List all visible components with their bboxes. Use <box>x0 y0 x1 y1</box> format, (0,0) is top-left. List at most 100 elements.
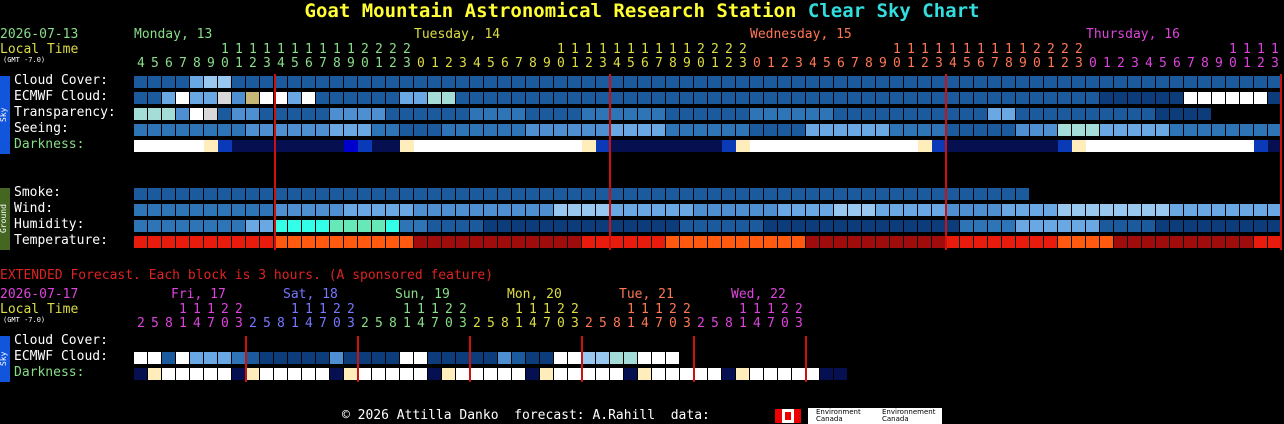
forecast-block[interactable] <box>652 220 665 232</box>
forecast-block[interactable] <box>1156 124 1169 136</box>
forecast-block[interactable] <box>498 140 512 152</box>
forecast-block[interactable] <box>946 124 959 136</box>
forecast-block[interactable] <box>736 368 749 380</box>
forecast-block[interactable] <box>918 108 931 120</box>
forecast-block[interactable] <box>1198 140 1212 152</box>
forecast-block[interactable] <box>316 124 329 136</box>
forecast-block[interactable] <box>148 124 161 136</box>
forecast-block[interactable] <box>624 188 637 200</box>
forecast-block[interactable] <box>302 236 315 248</box>
forecast-block[interactable] <box>442 92 455 104</box>
forecast-block[interactable] <box>176 76 189 88</box>
forecast-block[interactable] <box>162 220 175 232</box>
forecast-block[interactable] <box>666 76 679 88</box>
forecast-block[interactable] <box>1254 220 1267 232</box>
forecast-block[interactable] <box>148 76 161 88</box>
forecast-block[interactable] <box>554 236 567 248</box>
forecast-block[interactable] <box>218 92 231 104</box>
row-label-ecmwf[interactable]: ECMWF Cloud: <box>14 90 108 104</box>
forecast-block[interactable] <box>974 220 987 232</box>
forecast-block[interactable] <box>386 368 399 380</box>
forecast-block[interactable] <box>484 368 497 380</box>
forecast-block[interactable] <box>666 220 679 232</box>
forecast-block[interactable] <box>890 92 903 104</box>
forecast-block[interactable] <box>918 124 931 136</box>
forecast-block[interactable] <box>134 204 147 216</box>
forecast-block[interactable] <box>526 220 539 232</box>
forecast-block[interactable] <box>498 236 511 248</box>
forecast-block[interactable] <box>946 92 959 104</box>
forecast-block[interactable] <box>1030 124 1043 136</box>
forecast-block[interactable] <box>610 140 624 152</box>
forecast-block[interactable] <box>960 76 973 88</box>
forecast-block[interactable] <box>512 124 525 136</box>
forecast-block[interactable] <box>1114 220 1127 232</box>
forecast-block[interactable] <box>386 220 399 232</box>
row-label-humidity[interactable]: Humidity: <box>14 218 84 232</box>
forecast-block[interactable] <box>736 92 749 104</box>
forecast-block[interactable] <box>1016 188 1029 200</box>
forecast-block[interactable] <box>1170 108 1183 120</box>
forecast-block[interactable] <box>792 188 805 200</box>
forecast-block[interactable] <box>1128 236 1141 248</box>
forecast-block[interactable] <box>1100 204 1113 216</box>
forecast-block[interactable] <box>764 76 777 88</box>
forecast-block[interactable] <box>498 92 511 104</box>
forecast-block[interactable] <box>1240 204 1253 216</box>
forecast-block[interactable] <box>316 236 329 248</box>
forecast-block[interactable] <box>666 236 679 248</box>
forecast-block[interactable] <box>204 188 217 200</box>
forecast-block[interactable] <box>638 108 651 120</box>
forecast-block[interactable] <box>596 368 609 380</box>
forecast-block[interactable] <box>904 76 917 88</box>
forecast-block[interactable] <box>1212 204 1225 216</box>
forecast-block[interactable] <box>134 368 147 380</box>
forecast-block[interactable] <box>764 220 777 232</box>
forecast-block[interactable] <box>736 220 749 232</box>
forecast-block[interactable] <box>1100 76 1113 88</box>
forecast-block[interactable] <box>1212 124 1225 136</box>
forecast-block[interactable] <box>1016 108 1029 120</box>
forecast-block[interactable] <box>764 188 777 200</box>
forecast-block[interactable] <box>610 204 623 216</box>
forecast-block[interactable] <box>778 108 791 120</box>
forecast-block[interactable] <box>1002 236 1015 248</box>
forecast-block[interactable] <box>778 236 791 248</box>
forecast-block[interactable] <box>400 92 413 104</box>
forecast-block[interactable] <box>890 236 903 248</box>
forecast-block[interactable] <box>470 124 483 136</box>
forecast-block[interactable] <box>652 236 665 248</box>
forecast-block[interactable] <box>680 188 693 200</box>
row-label-darkness[interactable]: Darkness: <box>14 138 84 152</box>
forecast-block[interactable] <box>736 204 749 216</box>
forecast-block[interactable] <box>1128 108 1141 120</box>
forecast-block[interactable] <box>1100 92 1113 104</box>
forecast-block[interactable] <box>344 124 357 136</box>
forecast-block[interactable] <box>582 140 596 152</box>
forecast-block[interactable] <box>904 236 917 248</box>
forecast-block[interactable] <box>806 92 819 104</box>
forecast-block[interactable] <box>414 204 427 216</box>
forecast-block[interactable] <box>666 204 679 216</box>
forecast-block[interactable] <box>358 108 371 120</box>
forecast-block[interactable] <box>624 76 637 88</box>
forecast-block[interactable] <box>890 76 903 88</box>
forecast-block[interactable] <box>1226 236 1239 248</box>
forecast-block[interactable] <box>1254 92 1267 104</box>
forecast-block[interactable] <box>1198 236 1211 248</box>
forecast-block[interactable] <box>848 188 861 200</box>
forecast-block[interactable] <box>330 204 343 216</box>
forecast-block[interactable] <box>554 352 567 364</box>
forecast-block[interactable] <box>1184 124 1197 136</box>
forecast-block[interactable] <box>708 124 721 136</box>
forecast-block[interactable] <box>260 124 273 136</box>
forecast-block[interactable] <box>190 236 203 248</box>
forecast-block[interactable] <box>498 220 511 232</box>
forecast-block[interactable] <box>638 220 651 232</box>
forecast-block[interactable] <box>400 352 413 364</box>
forecast-block[interactable] <box>1002 92 1015 104</box>
forecast-block[interactable] <box>596 204 609 216</box>
forecast-block[interactable] <box>218 108 231 120</box>
forecast-block[interactable] <box>302 204 315 216</box>
forecast-block[interactable] <box>540 76 553 88</box>
